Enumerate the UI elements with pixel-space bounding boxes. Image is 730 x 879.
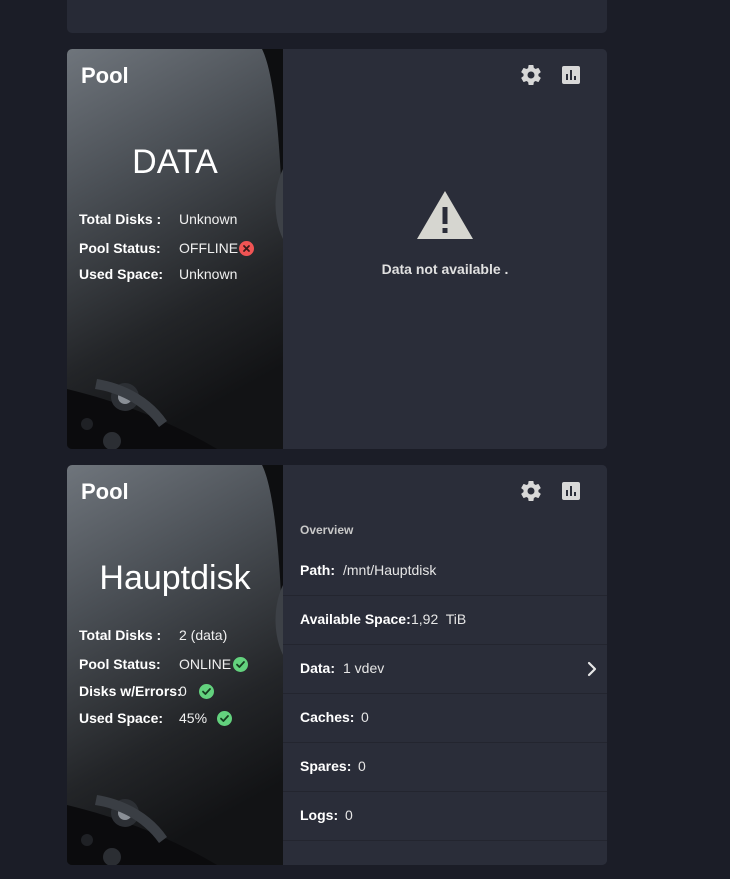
pool-card-data: Pool DATA Total Disks : Unknown Pool Sta… xyxy=(67,49,607,449)
check-icon xyxy=(233,657,248,672)
overview-row-caches: Caches: 0 xyxy=(283,694,607,743)
overview-row-spares: Spares: 0 xyxy=(283,743,607,792)
pool-card-partial xyxy=(67,0,607,33)
stat-label: Pool Status: xyxy=(79,656,161,672)
row-label: Logs: xyxy=(300,807,339,823)
row-label: Available Space: xyxy=(300,611,411,627)
stat-value: OFFLINE xyxy=(179,240,239,256)
stat-value: 0 xyxy=(179,683,187,699)
check-icon xyxy=(217,711,232,726)
row-value: 1 vdev xyxy=(343,660,385,676)
stat-value: Unknown xyxy=(179,266,238,282)
chevron-right-icon[interactable] xyxy=(585,661,599,677)
row-value: /mnt/Hauptdisk xyxy=(343,562,437,578)
warning-icon xyxy=(283,189,607,246)
pool-card-hauptdisk: Pool Hauptdisk Total Disks : 2 (data) Po… xyxy=(67,465,607,865)
row-value: 0 xyxy=(361,709,369,725)
stat-value: Unknown xyxy=(179,211,238,227)
row-label: Data: xyxy=(300,660,336,676)
check-icon xyxy=(199,684,214,699)
stat-label: Disks w/Errors: xyxy=(79,683,182,699)
pool-label: Pool xyxy=(81,479,129,504)
pool-details-panel: Data not available . xyxy=(283,49,607,449)
stat-label: Total Disks : xyxy=(79,627,162,643)
overview-row-available-space: Available Space: 1,92 TiB xyxy=(283,596,607,645)
stat-label: Pool Status: xyxy=(79,240,161,256)
gear-icon[interactable] xyxy=(519,479,543,503)
row-label: Spares: xyxy=(300,758,352,774)
row-value: 0 xyxy=(358,758,366,774)
bar-chart-icon[interactable] xyxy=(559,63,583,87)
error-icon xyxy=(239,241,254,256)
stat-label: Total Disks : xyxy=(79,211,162,227)
stat-value: 45% xyxy=(179,710,208,726)
stat-value: ONLINE xyxy=(179,656,232,672)
pool-summary-panel: Pool Hauptdisk Total Disks : 2 (data) Po… xyxy=(67,465,283,865)
overview-row-data[interactable]: Data: 1 vdev xyxy=(283,645,607,694)
stat-label: Used Space: xyxy=(79,266,164,282)
row-label: Path: xyxy=(300,562,335,578)
gear-icon[interactable] xyxy=(519,63,543,87)
overview-title: Overview xyxy=(300,523,354,537)
pool-label: Pool xyxy=(81,63,129,88)
row-value: 1,92 TiB xyxy=(411,611,467,627)
overview-row-path: Path: /mnt/Hauptdisk xyxy=(283,547,607,596)
row-value: 0 xyxy=(345,807,353,823)
overview-row-logs: Logs: 0 xyxy=(283,792,607,841)
stat-value: 2 (data) xyxy=(179,627,228,643)
bar-chart-icon[interactable] xyxy=(559,479,583,503)
no-data-message: Data not available . xyxy=(381,261,509,277)
pool-name: Hauptdisk xyxy=(99,559,251,597)
pool-details-panel: Overview Path: /mnt/Hauptdisk Available … xyxy=(283,465,607,865)
pool-name: DATA xyxy=(132,143,218,181)
pool-summary-panel: Pool DATA Total Disks : Unknown Pool Sta… xyxy=(67,49,283,449)
row-label: Caches: xyxy=(300,709,355,725)
stat-label: Used Space: xyxy=(79,710,164,726)
